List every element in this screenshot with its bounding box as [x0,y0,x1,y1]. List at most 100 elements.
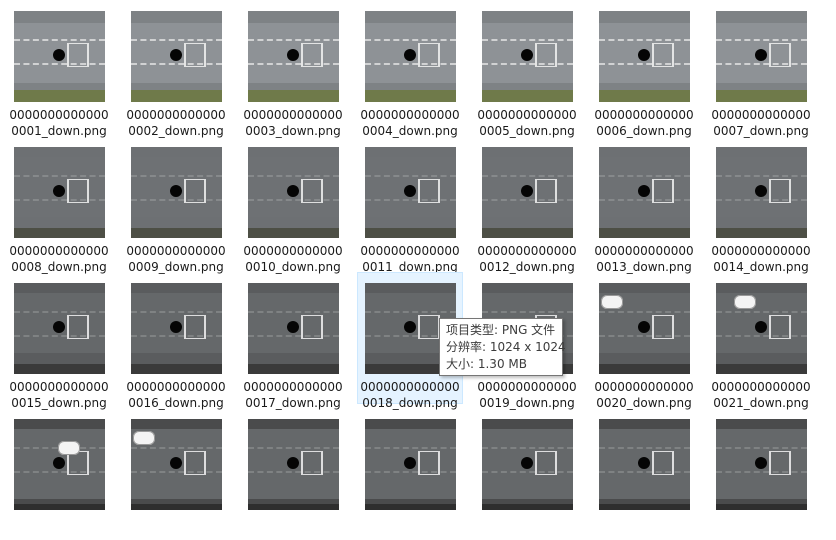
drone-shadow [287,49,299,61]
file-name-line1: 0000000000000 [477,244,577,258]
file-item[interactable]: 0000000000000 0008_down.png [6,136,112,274]
image-thumbnail [248,419,339,510]
car [133,431,155,445]
file-name-line1: 0000000000000 [360,108,460,122]
image-thumbnail [482,11,573,102]
image-thumbnail [248,11,339,102]
file-item[interactable]: 0000000000000 0016_down.png [123,272,229,410]
file-info-tooltip: 项目类型: PNG 文件 分辨率: 1024 x 1024 大小: 1.30 M… [439,318,566,376]
file-name-line1: 0000000000000 [243,108,343,122]
file-name-label: 0000000000000 0010_down.png [241,243,345,275]
image-thumbnail [365,147,456,238]
file-name-label: 0000000000000 0021_down.png [709,379,813,411]
file-item[interactable]: 0000000000000 0009_down.png [123,136,229,274]
file-name-label: 0000000000000 0019_down.png [475,379,579,411]
file-name-line1: 0000000000000 [126,108,226,122]
file-item[interactable] [708,408,814,540]
file-name-line1: 0000000000000 [360,244,460,258]
drone-shadow [638,457,650,469]
file-item[interactable] [6,408,112,540]
drone-shadow [170,49,182,61]
drone-shadow [404,49,416,61]
file-name-label: 0000000000000 0006_down.png [592,107,696,139]
file-name-label: 0000000000000 0004_down.png [358,107,462,139]
file-item[interactable]: 0000000000000 0002_down.png [123,0,229,138]
file-item[interactable]: 0000000000000 0004_down.png [357,0,463,138]
file-item[interactable]: 0000000000000 0020_down.png [591,272,697,410]
file-name-line1: 0000000000000 [477,108,577,122]
car [601,295,623,309]
file-name-label: 0000000000000 0001_down.png [7,107,111,139]
tooltip-resolution: 分辨率: 1024 x 1024 [446,340,566,354]
image-thumbnail [599,419,690,510]
image-thumbnail [599,147,690,238]
file-name-label: 0000000000000 0013_down.png [592,243,696,275]
drone-shadow [521,49,533,61]
file-name-line1: 0000000000000 [594,244,694,258]
car [58,441,80,455]
drone-shadow [170,321,182,333]
file-item[interactable]: 0000000000000 0006_down.png [591,0,697,138]
drone-shadow [755,49,767,61]
file-item[interactable]: 0000000000000 0017_down.png [240,272,346,410]
image-thumbnail [716,11,807,102]
drone-shadow [170,185,182,197]
file-item[interactable]: 0000000000000 0013_down.png [591,136,697,274]
file-name-line1: 0000000000000 [126,244,226,258]
drone-shadow [287,185,299,197]
image-thumbnail [482,147,573,238]
file-name-label: 0000000000000 0018_down.png [358,379,462,411]
drone-shadow [404,457,416,469]
file-item[interactable]: 0000000000000 0005_down.png [474,0,580,138]
file-name-line1: 0000000000000 [126,380,226,394]
image-thumbnail [14,419,105,510]
file-name-label: 0000000000000 0005_down.png [475,107,579,139]
drone-shadow [53,321,65,333]
image-thumbnail [131,11,222,102]
file-name-label: 0000000000000 0012_down.png [475,243,579,275]
file-item[interactable]: 0000000000000 0001_down.png [6,0,112,138]
file-name-line1: 0000000000000 [477,380,577,394]
image-thumbnail [14,11,105,102]
file-item[interactable]: 0000000000000 0015_down.png [6,272,112,410]
file-name-label: 0000000000000 0017_down.png [241,379,345,411]
file-item[interactable] [123,408,229,540]
image-thumbnail [716,283,807,374]
file-item[interactable]: 0000000000000 0011_down.png [357,136,463,274]
file-name-line1: 0000000000000 [711,380,811,394]
image-thumbnail [716,419,807,510]
file-name-line1: 0000000000000 [594,108,694,122]
file-item[interactable]: 0000000000000 0003_down.png [240,0,346,138]
file-name-label: 0000000000000 0009_down.png [124,243,228,275]
file-name-label: 0000000000000 0011_down.png [358,243,462,275]
image-thumbnail [131,283,222,374]
drone-shadow [170,457,182,469]
image-thumbnail [365,419,456,510]
file-name-line1: 0000000000000 [711,108,811,122]
drone-shadow [755,457,767,469]
file-name-label: 0000000000000 0002_down.png [124,107,228,139]
file-item[interactable]: 0000000000000 0007_down.png [708,0,814,138]
file-name-label: 0000000000000 0015_down.png [7,379,111,411]
drone-shadow [638,185,650,197]
file-name-line1: 0000000000000 [9,108,109,122]
file-item[interactable] [591,408,697,540]
drone-shadow [521,185,533,197]
file-item[interactable]: 0000000000000 0021_down.png [708,272,814,410]
image-thumbnail [131,419,222,510]
file-item[interactable] [357,408,463,540]
tooltip-item-type: 项目类型: PNG 文件 [446,323,556,337]
file-item[interactable]: 0000000000000 0014_down.png [708,136,814,274]
tooltip-size: 大小: 1.30 MB [446,357,527,371]
image-thumbnail [599,11,690,102]
drone-shadow [638,321,650,333]
file-name-line1: 0000000000000 [594,380,694,394]
file-item[interactable] [474,408,580,540]
file-item[interactable] [240,408,346,540]
drone-shadow [287,457,299,469]
file-item[interactable]: 0000000000000 0012_down.png [474,136,580,274]
file-item[interactable]: 0000000000000 0010_down.png [240,136,346,274]
image-thumbnail [365,11,456,102]
drone-shadow [404,321,416,333]
drone-shadow [521,457,533,469]
